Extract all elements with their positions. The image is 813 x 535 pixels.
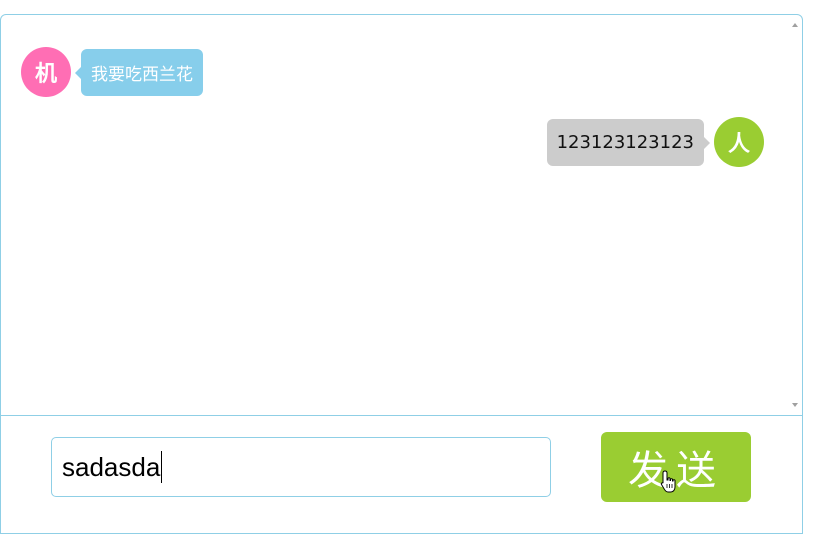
arrow-up-icon[interactable] — [792, 23, 798, 27]
input-area: sadasda 发送 — [1, 415, 802, 535]
message-input[interactable]: sadasda — [51, 437, 551, 497]
user-message-bubble: 123123123123 — [546, 118, 711, 166]
text-caret — [161, 451, 163, 483]
message-robot: 机 我要吃西兰花 — [21, 47, 203, 97]
user-avatar: 人 — [714, 117, 764, 167]
robot-message-bubble: 我要吃西兰花 — [75, 48, 203, 96]
message-scrollbar[interactable] — [786, 15, 802, 415]
message-input-value: sadasda — [62, 451, 161, 482]
arrow-down-icon[interactable] — [792, 403, 798, 407]
message-list[interactable]: 机 我要吃西兰花 123123123123 人 — [1, 15, 802, 415]
chat-window: 机 我要吃西兰花 123123123123 人 sadasda 发送 — [0, 14, 803, 534]
robot-avatar: 机 — [21, 47, 71, 97]
hand-pointer-icon — [660, 470, 676, 493]
message-user: 123123123123 人 — [546, 117, 764, 167]
